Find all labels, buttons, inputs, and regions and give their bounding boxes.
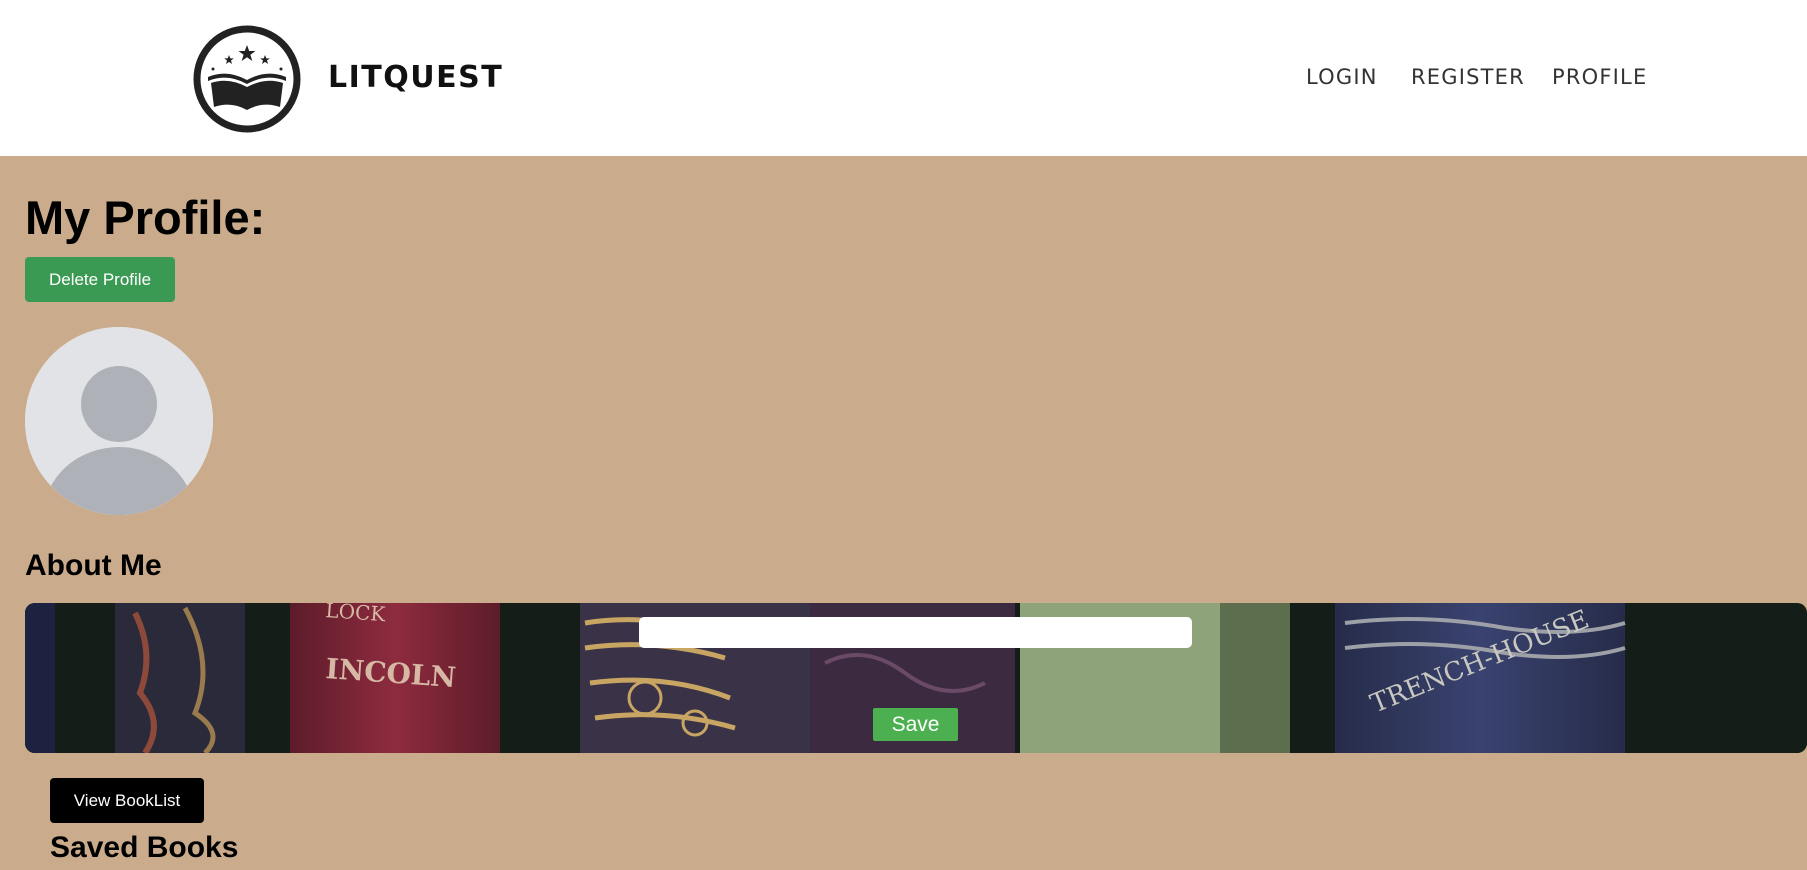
brand-name: LITQUEST [328,60,504,95]
saved-books-heading: Saved Books [50,831,239,864]
delete-profile-button[interactable]: Delete Profile [25,257,175,302]
about-me-heading: About Me [25,549,162,582]
avatar [25,327,213,515]
site-header: LITQUEST LOGIN REGISTER PROFILE [0,0,1807,156]
view-booklist-button[interactable]: View BookList [50,778,204,823]
nav-profile-link[interactable]: PROFILE [1552,62,1647,92]
litquest-logo-icon[interactable] [193,25,301,133]
page-title: My Profile: [25,191,266,244]
save-about-button[interactable]: Save [873,708,958,741]
nav-login-link[interactable]: LOGIN [1306,62,1378,92]
about-me-input[interactable] [639,617,1192,648]
nav-register-link[interactable]: REGISTER [1411,62,1525,92]
user-avatar-icon [25,327,213,515]
